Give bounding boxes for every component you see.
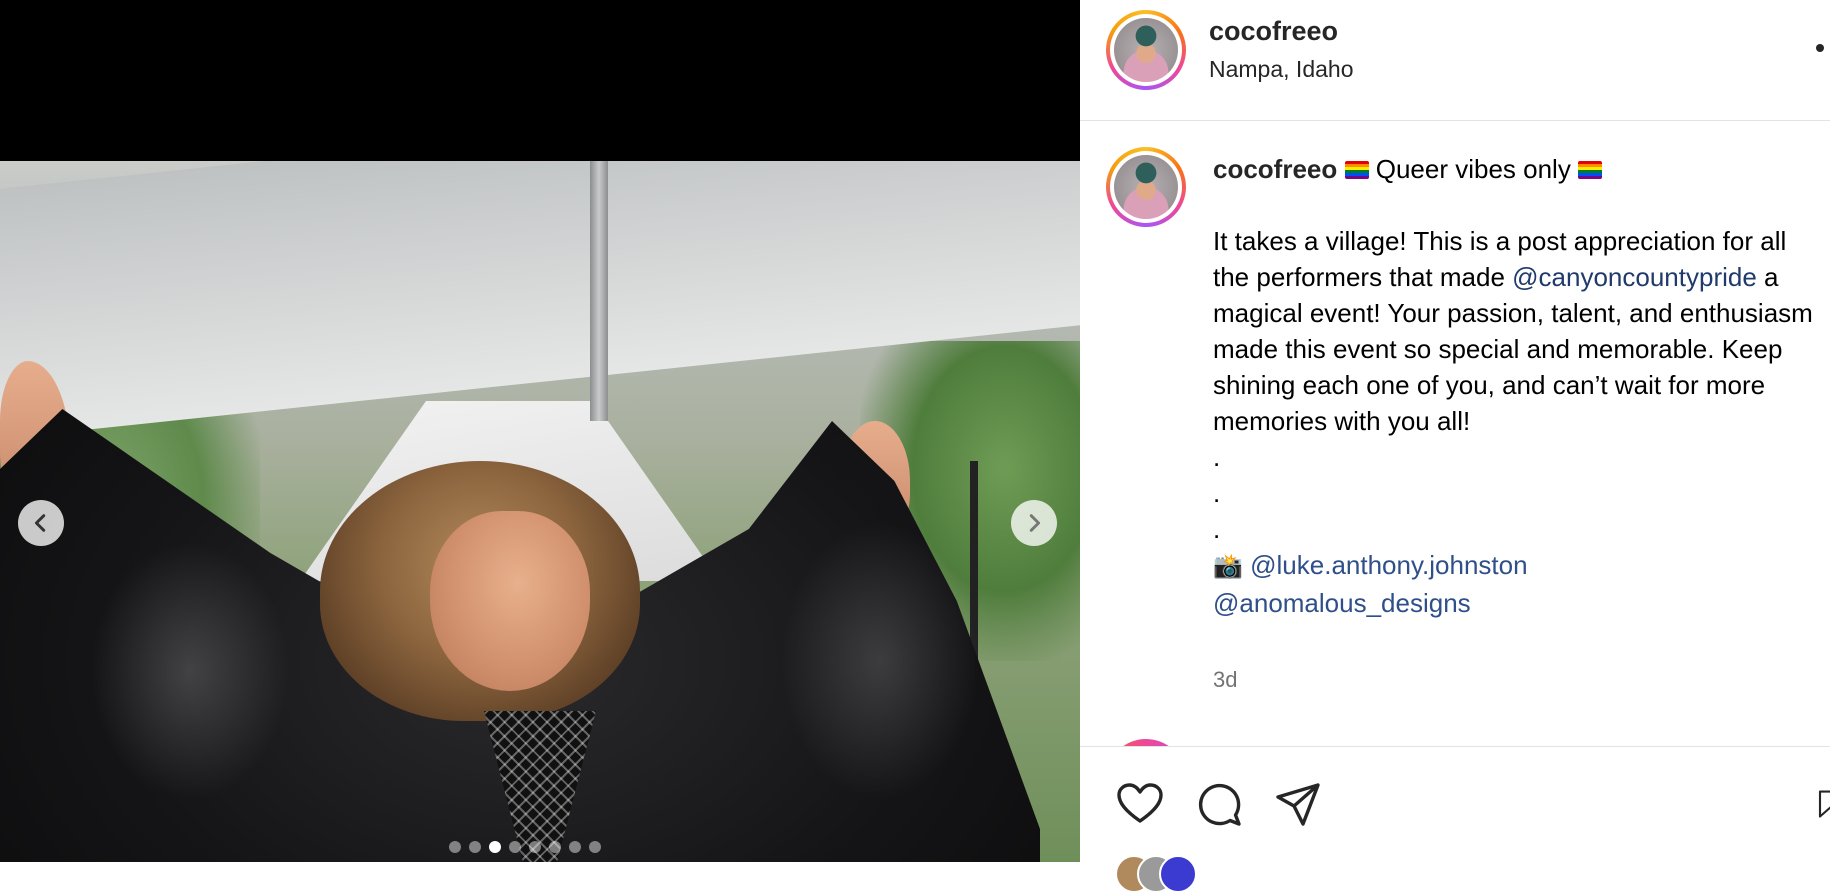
caption-dot: . [1213, 478, 1221, 508]
paper-plane-icon [1276, 783, 1320, 826]
carousel-dot [529, 841, 541, 853]
carousel-dot [489, 841, 501, 853]
author-avatar[interactable] [1106, 10, 1186, 90]
post-location[interactable]: Nampa, Idaho [1209, 56, 1353, 83]
like-button[interactable] [1115, 779, 1165, 829]
more-options-icon[interactable] [1816, 44, 1824, 52]
carousel-dot [449, 841, 461, 853]
post-media [0, 0, 1080, 862]
camera-flash-icon: 📸 [1213, 553, 1243, 580]
comment-icon [1198, 783, 1241, 826]
liked-by-avatars[interactable] [1115, 855, 1225, 893]
post-timestamp[interactable]: 3d [1213, 667, 1237, 693]
mention-link[interactable]: @canyoncountypride [1512, 262, 1757, 292]
caption-dot: . [1213, 442, 1221, 472]
author-username[interactable]: cocofreeo [1209, 16, 1338, 47]
save-button[interactable] [1815, 779, 1830, 829]
share-button[interactable] [1273, 779, 1323, 829]
rainbow-flag-icon [1344, 161, 1369, 179]
carousel-dot [589, 841, 601, 853]
caption-author-avatar[interactable] [1106, 147, 1186, 227]
action-bar [1080, 746, 1830, 893]
post-photo [0, 161, 1080, 862]
carousel-prev-button[interactable] [18, 500, 64, 546]
carousel-dot [509, 841, 521, 853]
comment-avatar[interactable] [1106, 739, 1186, 746]
chevron-right-icon [1029, 514, 1041, 532]
caption-comment: cocofreeo Queer vibes only It takes a vi… [1080, 121, 1830, 746]
avatar [1159, 855, 1197, 893]
mention-link[interactable]: @luke.anthony.johnston [1250, 550, 1527, 580]
caption-username[interactable]: cocofreeo [1213, 154, 1337, 184]
rainbow-flag-icon [1578, 161, 1603, 179]
chevron-left-icon [34, 514, 46, 532]
comment-button[interactable] [1194, 779, 1244, 829]
heart-icon [1117, 783, 1163, 823]
carousel-dot [469, 841, 481, 853]
caption-text: cocofreeo Queer vibes only It takes a vi… [1213, 151, 1823, 621]
caption-tagline: Queer vibes only [1368, 154, 1579, 184]
carousel-next-button[interactable] [1011, 500, 1057, 546]
mention-link[interactable]: @anomalous_designs [1213, 588, 1471, 618]
carousel-dot [549, 841, 561, 853]
post-details-panel: cocofreeo Nampa, Idaho cocofreeo Queer v… [1080, 0, 1830, 893]
carousel-dot [569, 841, 581, 853]
post-header: cocofreeo Nampa, Idaho [1080, 0, 1830, 121]
caption-dot: . [1213, 514, 1221, 544]
carousel-indicator [0, 841, 1065, 853]
bookmark-icon [1818, 790, 1830, 818]
